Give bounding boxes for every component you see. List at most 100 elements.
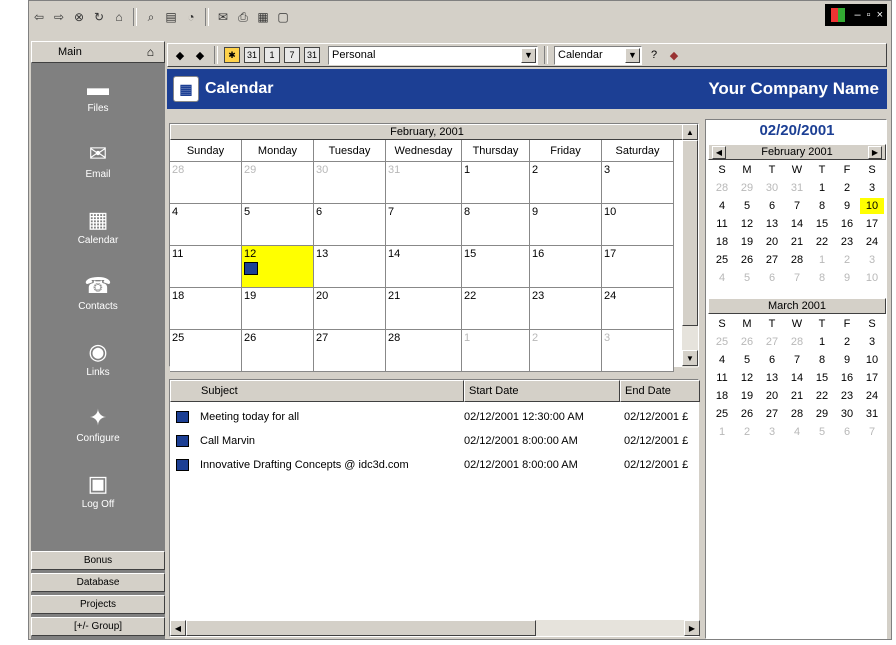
mini-day[interactable]: 6 <box>760 198 784 214</box>
day-cell[interactable]: 9 <box>530 204 602 246</box>
day-cell[interactable]: 23 <box>530 288 602 330</box>
mini-day[interactable]: 23 <box>835 388 859 404</box>
mini-day[interactable]: 22 <box>810 388 834 404</box>
vertical-scrollbar[interactable]: ▲ ▼ <box>682 124 698 368</box>
mini-day[interactable]: 2 <box>835 180 859 196</box>
day-cell[interactable]: 8 <box>462 204 530 246</box>
mini-day[interactable]: 1 <box>710 424 734 440</box>
mini-day[interactable]: 21 <box>785 388 809 404</box>
day-cell[interactable]: 3 <box>602 330 674 372</box>
mini-day[interactable]: 26 <box>735 406 759 422</box>
day-cell[interactable]: 26 <box>242 330 314 372</box>
mini-day[interactable]: 20 <box>760 234 784 250</box>
mini-day[interactable]: 20 <box>760 388 784 404</box>
mini-day[interactable]: 15 <box>810 216 834 232</box>
mini-day[interactable]: 16 <box>835 216 859 232</box>
mini-day[interactable]: 16 <box>835 370 859 386</box>
day-cell[interactable]: 4 <box>170 204 242 246</box>
chevron-left-icon[interactable]: ◀ <box>712 146 726 159</box>
day-cell[interactable]: 15 <box>462 246 530 288</box>
books-icon[interactable]: ◆ <box>666 47 682 63</box>
mini-day[interactable]: 7 <box>785 352 809 368</box>
day-cell[interactable]: 28 <box>170 162 242 204</box>
mini-day[interactable]: 7 <box>860 424 884 440</box>
day-cell[interactable]: 16 <box>530 246 602 288</box>
next-icon[interactable]: ◆ <box>192 47 208 63</box>
mini-day[interactable]: 4 <box>710 270 734 286</box>
column-header-end[interactable]: End Date <box>620 380 700 402</box>
mini-day[interactable]: 27 <box>760 406 784 422</box>
mini-day[interactable]: 17 <box>860 370 884 386</box>
day-cell[interactable]: 18 <box>170 288 242 330</box>
day-cell[interactable]: 29 <box>242 162 314 204</box>
mini-day[interactable]: 8 <box>810 198 834 214</box>
mini-day[interactable]: 9 <box>835 198 859 214</box>
sidebar-item-contacts[interactable]: ☎ Contacts <box>31 273 165 331</box>
mini-day[interactable]: 12 <box>735 370 759 386</box>
mini-day[interactable]: 11 <box>710 216 734 232</box>
scroll-right-icon[interactable]: ▶ <box>684 620 700 636</box>
mini-day[interactable]: 3 <box>860 334 884 350</box>
scroll-thumb[interactable] <box>682 140 698 326</box>
mini-day[interactable]: 21 <box>785 234 809 250</box>
mini-day[interactable]: 24 <box>860 234 884 250</box>
column-header-start[interactable]: Start Date <box>464 380 620 402</box>
mini-day[interactable]: 27 <box>760 252 784 268</box>
event-icon[interactable] <box>244 262 258 275</box>
chevron-down-icon[interactable]: ▼ <box>521 47 536 63</box>
mini-day[interactable]: 17 <box>860 216 884 232</box>
view-select[interactable]: Calendar ▼ <box>554 45 642 65</box>
mini-day[interactable]: 14 <box>785 216 809 232</box>
day-cell[interactable]: 19 <box>242 288 314 330</box>
day-cell[interactable]: 13 <box>314 246 386 288</box>
scroll-thumb[interactable] <box>186 620 536 636</box>
mini-day[interactable]: 29 <box>810 406 834 422</box>
stop-icon[interactable]: ⊗ <box>71 9 87 25</box>
discuss-icon[interactable]: ▢ <box>275 9 291 25</box>
day-cell[interactable]: 30 <box>314 162 386 204</box>
edit-icon[interactable]: ▦ <box>255 9 271 25</box>
month-view-button[interactable]: 31 <box>244 47 260 63</box>
sidebar-item-configure[interactable]: ✦ Configure <box>31 405 165 463</box>
mini-day[interactable]: 11 <box>710 370 734 386</box>
mini-day[interactable]: 28 <box>785 252 809 268</box>
mini-day[interactable]: 26 <box>735 252 759 268</box>
day-cell[interactable]: 5 <box>242 204 314 246</box>
close-icon[interactable]: × <box>877 9 883 21</box>
mail-icon[interactable]: ✉ <box>215 9 231 25</box>
mini-day[interactable]: 5 <box>810 424 834 440</box>
week-view-button[interactable]: 7 <box>284 47 300 63</box>
mini-day[interactable]: 7 <box>785 270 809 286</box>
day-cell[interactable]: 17 <box>602 246 674 288</box>
day-view-button[interactable]: 1 <box>264 47 280 63</box>
sidebar-group-button[interactable]: Projects <box>31 595 165 614</box>
favorites-icon[interactable]: ▤ <box>163 9 179 25</box>
mini-day[interactable]: 6 <box>760 270 784 286</box>
history-icon[interactable]: ◔ <box>183 9 199 25</box>
day-cell[interactable]: 1 <box>462 330 530 372</box>
sidebar-item-links[interactable]: ◉ Links <box>31 339 165 397</box>
mini-day[interactable]: 2 <box>735 424 759 440</box>
print-icon[interactable]: ⎙ <box>235 9 251 25</box>
mini-day[interactable]: 6 <box>835 424 859 440</box>
mini-day[interactable]: 10 <box>860 198 884 214</box>
restore-icon[interactable]: ▫ <box>867 9 871 21</box>
mini-day[interactable]: 4 <box>710 198 734 214</box>
mini-day[interactable]: 27 <box>760 334 784 350</box>
mini-day[interactable]: 3 <box>860 180 884 196</box>
mini-day[interactable]: 2 <box>835 334 859 350</box>
mini-day[interactable]: 5 <box>735 352 759 368</box>
mini-day[interactable]: 23 <box>835 234 859 250</box>
mini-day[interactable]: 19 <box>735 234 759 250</box>
day-cell[interactable]: 7 <box>386 204 462 246</box>
mini-day[interactable]: 18 <box>710 388 734 404</box>
mini-day[interactable]: 25 <box>710 406 734 422</box>
day-cell[interactable]: 20 <box>314 288 386 330</box>
minimize-icon[interactable]: – <box>855 9 861 21</box>
mini-day[interactable]: 31 <box>785 180 809 196</box>
sidebar-group-button[interactable]: Database <box>31 573 165 592</box>
new-item-icon[interactable]: ✱ <box>224 47 240 63</box>
mini-day[interactable]: 25 <box>710 334 734 350</box>
mini-day[interactable]: 26 <box>735 334 759 350</box>
mini-day[interactable]: 29 <box>735 180 759 196</box>
